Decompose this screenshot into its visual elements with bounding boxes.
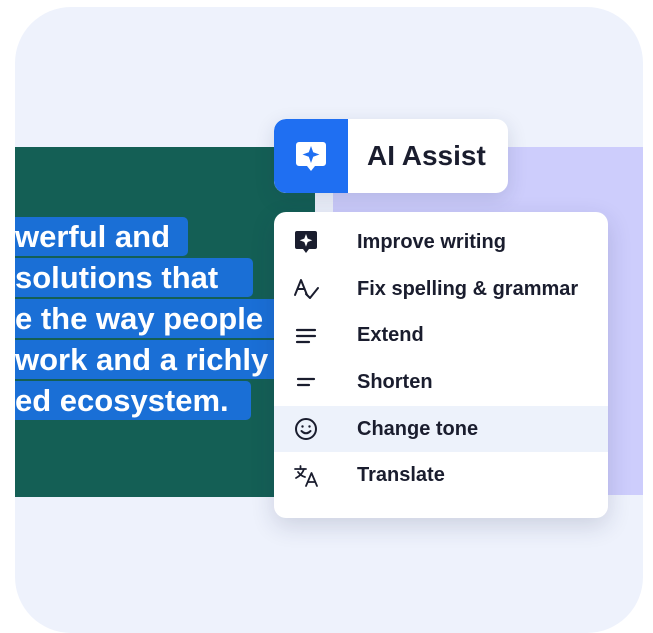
menu-item-shorten[interactable]: Shorten	[274, 359, 608, 406]
spellcheck-icon	[292, 275, 320, 303]
selected-text-line: ed ecosystem.	[15, 381, 251, 420]
menu-item-translate[interactable]: Translate	[274, 452, 608, 499]
menu-item-extend[interactable]: Extend	[274, 312, 608, 359]
menu-item-fix-spelling[interactable]: Fix spelling & grammar	[274, 266, 608, 313]
menu-item-label: Fix spelling & grammar	[357, 277, 579, 300]
menu-item-label: Extend	[357, 324, 424, 347]
selected-text-line: work and a richly	[15, 340, 311, 379]
menu-item-change-tone[interactable]: Change tone	[274, 405, 608, 453]
selected-text-line: solutions that	[15, 258, 253, 297]
smiley-icon	[292, 415, 320, 443]
selected-text-line: werful and	[15, 217, 188, 256]
selected-text-line: e the way people	[15, 299, 311, 338]
ai-assist-label: AI Assist	[367, 140, 486, 171]
translate-icon	[292, 462, 320, 490]
sparkle-icon	[274, 119, 348, 193]
illustration-card: werful and solutions that e the way peop…	[15, 7, 643, 633]
menu-item-label: Shorten	[357, 370, 433, 393]
menu-item-improve-writing[interactable]: Improve writing	[274, 219, 608, 266]
menu-item-label: Translate	[357, 464, 445, 487]
menu-item-label: Change tone	[357, 417, 479, 440]
sparkle-badge-icon	[292, 228, 320, 256]
menu-item-label: Improve writing	[357, 230, 506, 253]
ai-assist-button[interactable]: AI Assist	[274, 119, 508, 193]
extend-lines-icon	[292, 322, 320, 350]
shorten-lines-icon	[292, 368, 320, 396]
ai-assist-menu: Improve writing Fix spelling & grammar E…	[274, 212, 608, 518]
